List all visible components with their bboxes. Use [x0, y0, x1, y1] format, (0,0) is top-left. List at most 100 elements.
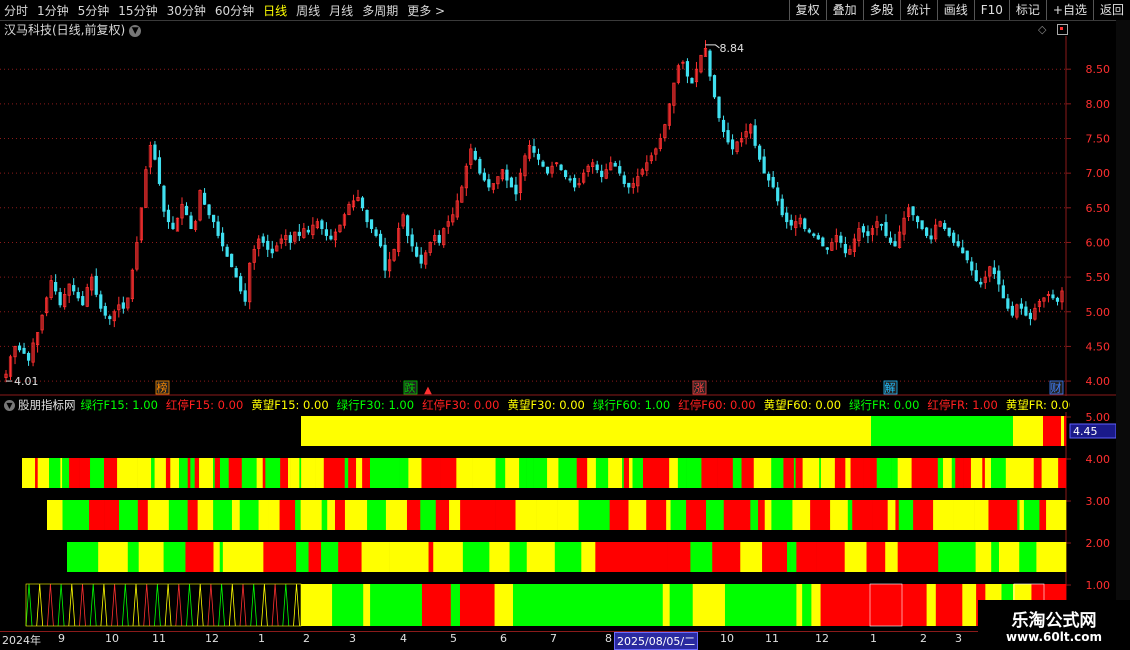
period-tab-5[interactable]: 60分钟	[215, 2, 254, 19]
f15-band-segment	[301, 458, 316, 488]
f30-band-segment	[406, 500, 421, 530]
period-tab-8[interactable]: 月线	[329, 2, 353, 19]
price-tick-label: 4.00	[1086, 375, 1111, 388]
chevron-down-icon[interactable]: ▼	[4, 400, 15, 411]
f60-band-segment	[361, 542, 373, 572]
f15-band-segment	[154, 458, 167, 488]
candle-body	[541, 161, 545, 167]
chevron-down-icon[interactable]: ▼	[129, 24, 142, 37]
candle-body	[843, 244, 847, 254]
tool-button-2[interactable]: 多股	[862, 0, 900, 20]
f30-band-segment	[147, 500, 170, 530]
f60-band-segment	[67, 542, 93, 572]
tool-button-7[interactable]: +自选	[1045, 0, 1093, 20]
f60-band-segment	[916, 542, 939, 572]
candle-body	[866, 231, 870, 236]
f15-band-segment	[686, 458, 702, 488]
f60-band-segment	[543, 542, 556, 572]
indicator-chart[interactable]: 5.00 4.00 3.00 2.00 1.00 4.45	[0, 412, 1116, 630]
tool-button-6[interactable]: 标记	[1008, 0, 1046, 20]
price-tick-label: 5.00	[1086, 306, 1111, 319]
event-marker-0[interactable]: 榜	[157, 381, 168, 395]
period-tab-7[interactable]: 周线	[296, 2, 320, 19]
f15-band-segment	[440, 458, 457, 488]
f30-band-segment	[953, 500, 975, 530]
tool-button-8[interactable]: 返回	[1092, 0, 1130, 20]
candle-body	[821, 237, 825, 247]
f30-band-segment	[102, 500, 105, 530]
f30-band-segment	[998, 500, 1018, 530]
f15-band-segment	[323, 458, 340, 488]
f30-band-segment	[1019, 500, 1025, 530]
candle-body	[943, 223, 947, 229]
f15-band-segment	[511, 458, 520, 488]
tool-button-5[interactable]: F10	[973, 0, 1009, 20]
candle-body	[266, 240, 270, 250]
f60-band-segment	[296, 542, 300, 572]
period-tab-9[interactable]: 多周期	[362, 2, 398, 19]
event-marker-1[interactable]: 跌	[405, 381, 416, 395]
watermark-url: www.60lt.com	[1005, 630, 1103, 644]
f15-band-segment	[62, 458, 70, 488]
f15-band-segment	[622, 458, 625, 488]
f30-band-segment	[706, 500, 725, 530]
candle-body	[22, 347, 26, 354]
fr-band-segment	[1013, 416, 1044, 446]
tool-button-0[interactable]: 复权	[788, 0, 826, 20]
period-tab-4[interactable]: 30分钟	[167, 2, 206, 19]
fr-band-segment	[1043, 416, 1062, 446]
event-marker-2[interactable]: 涨	[694, 382, 705, 395]
candle-body	[162, 185, 166, 212]
period-tab-2[interactable]: 5分钟	[78, 2, 110, 19]
candle-body	[306, 229, 310, 233]
f15-band-segment	[137, 458, 152, 488]
period-tab-1[interactable]: 1分钟	[37, 2, 69, 19]
f15-band-segment	[916, 458, 928, 488]
right-scroll-edge[interactable]	[1116, 20, 1130, 650]
indicator-value-4: 红停F30: 0.00	[422, 398, 500, 412]
candle-body	[888, 237, 893, 243]
high-price-label: 8.84	[719, 42, 744, 55]
candle-body	[72, 285, 76, 292]
indicator-name: 股朋指标网	[18, 398, 76, 412]
event-marker-3[interactable]: 解	[885, 381, 896, 395]
candle-body	[767, 173, 771, 181]
candle-body	[230, 253, 234, 268]
f30-band-segment	[420, 500, 437, 530]
period-tab-3[interactable]: 15分钟	[118, 2, 157, 19]
month-label-2: 11	[152, 632, 166, 645]
candle-body	[992, 267, 996, 275]
f15-band-segment	[79, 458, 86, 488]
f15-band-segment	[60, 458, 63, 488]
price-tick-label: 7.00	[1086, 167, 1111, 180]
f60-band-segment	[222, 542, 239, 572]
f60-band-segment	[213, 542, 221, 572]
f30-band-segment	[646, 500, 667, 530]
diamond-icon[interactable]: ◇	[1038, 23, 1046, 36]
candlestick-chart[interactable]: 8.50 8.00 7.50 7.00 6.50 6.00 5.50 5.00 4.50 4.00…	[0, 36, 1116, 396]
tool-button-3[interactable]: 统计	[899, 0, 937, 20]
f30-band-segment	[460, 500, 468, 530]
candle-body	[961, 247, 965, 254]
candle-body	[690, 77, 694, 84]
period-tab-10[interactable]: 更多 >	[407, 2, 445, 19]
month-label-4: 1	[258, 632, 265, 645]
event-marker-4[interactable]: 财	[1051, 381, 1062, 395]
price-tick-label: 5.50	[1086, 271, 1111, 284]
candle-body	[717, 96, 721, 119]
candle-body	[893, 241, 897, 247]
tool-button-4[interactable]: 画线	[936, 0, 974, 20]
f30-band-segment	[359, 500, 368, 530]
dp-band-segment	[332, 584, 364, 626]
window-maximize-icon[interactable]	[1057, 24, 1068, 35]
f30-band-segment	[137, 500, 149, 530]
dp-outline-trace	[261, 583, 268, 627]
f60-band-segment	[219, 542, 224, 572]
f60-band-segment	[595, 542, 621, 572]
f30-band-segment	[367, 500, 387, 530]
period-tab-0[interactable]: 分时	[4, 2, 28, 19]
f30-band-segment	[295, 500, 301, 530]
f60-band-segment	[554, 542, 582, 572]
tool-button-1[interactable]: 叠加	[825, 0, 863, 20]
period-tab-6[interactable]: 日线	[263, 2, 287, 19]
